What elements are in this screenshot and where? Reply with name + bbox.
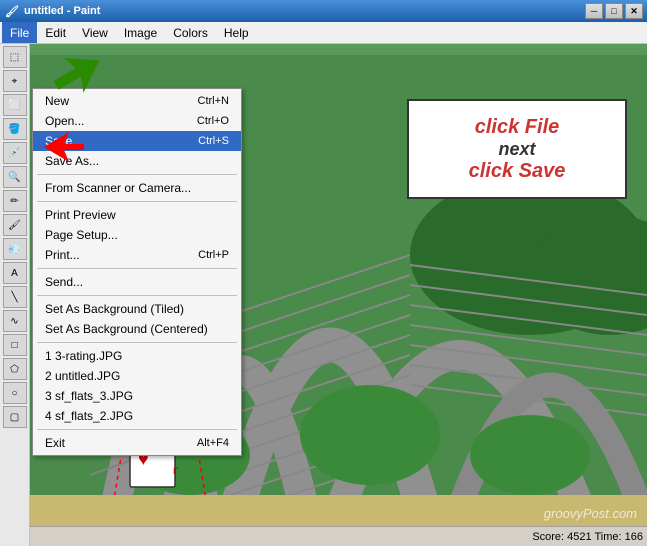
- tool-eyedropper[interactable]: 💉: [3, 142, 27, 164]
- tool-polygon[interactable]: ⬠: [3, 358, 27, 380]
- menu-item-send[interactable]: Send...: [33, 272, 241, 292]
- maximize-button[interactable]: □: [605, 3, 623, 19]
- minimize-button[interactable]: ─: [585, 3, 603, 19]
- close-button[interactable]: ✕: [625, 3, 643, 19]
- window-title: untitled - Paint: [24, 5, 585, 17]
- separator-1: [37, 174, 237, 175]
- menu-item-recent1[interactable]: 1 3-rating.JPG: [33, 346, 241, 366]
- tool-airbrush[interactable]: 💨: [3, 238, 27, 260]
- tool-select-rect[interactable]: ⬚: [3, 46, 27, 68]
- menu-item-saveas[interactable]: Save As...: [33, 151, 241, 171]
- separator-6: [37, 429, 237, 430]
- main-area: ⬚ ⌖ ⬜ 🪣 💉 🔍 ✏ 🖌 💨 A ╲ ∿ □ ⬠ ○ ▢: [0, 44, 647, 546]
- menu-item-scanner[interactable]: From Scanner or Camera...: [33, 178, 241, 198]
- tool-select-free[interactable]: ⌖: [3, 70, 27, 92]
- instruction-line3: click Save: [469, 160, 566, 183]
- separator-3: [37, 268, 237, 269]
- tool-rect[interactable]: □: [3, 334, 27, 356]
- menu-help[interactable]: Help: [216, 22, 257, 43]
- instruction-line1: click File: [475, 116, 560, 139]
- separator-2: [37, 201, 237, 202]
- separator-5: [37, 342, 237, 343]
- tool-brush[interactable]: 🖌: [3, 214, 27, 236]
- menu-colors[interactable]: Colors: [165, 22, 216, 43]
- menu-item-setbg-tiled[interactable]: Set As Background (Tiled): [33, 299, 241, 319]
- tool-pencil[interactable]: ✏: [3, 190, 27, 212]
- tool-zoom[interactable]: 🔍: [3, 166, 27, 188]
- title-bar: 🖌 untitled - Paint ─ □ ✕: [0, 0, 647, 22]
- menu-item-save[interactable]: Save Ctrl+S: [33, 131, 241, 151]
- menu-item-recent3[interactable]: 3 sf_flats_3.JPG: [33, 386, 241, 406]
- tool-fill[interactable]: 🪣: [3, 118, 27, 140]
- menu-item-printpreview[interactable]: Print Preview: [33, 205, 241, 225]
- menu-item-recent2[interactable]: 2 untitled.JPG: [33, 366, 241, 386]
- instruction-box: click File next click Save: [407, 99, 627, 199]
- menu-image[interactable]: Image: [116, 22, 165, 43]
- instruction-line2: next: [498, 139, 535, 160]
- canvas-area: J ♥ J ♥ Score: 4521 Time: 166 groovyPost…: [30, 44, 647, 546]
- window-controls: ─ □ ✕: [585, 3, 643, 19]
- menu-view[interactable]: View: [74, 22, 116, 43]
- tool-line[interactable]: ╲: [3, 286, 27, 308]
- menu-item-new[interactable]: New Ctrl+N: [33, 91, 241, 111]
- tool-curve[interactable]: ∿: [3, 310, 27, 332]
- menu-bar: File Edit View Image Colors Help: [0, 22, 647, 44]
- separator-4: [37, 295, 237, 296]
- menu-item-recent4[interactable]: 4 sf_flats_2.JPG: [33, 406, 241, 426]
- tool-ellipse[interactable]: ○: [3, 382, 27, 404]
- tool-text[interactable]: A: [3, 262, 27, 284]
- menu-item-exit[interactable]: Exit Alt+F4: [33, 433, 241, 453]
- menu-item-print[interactable]: Print... Ctrl+P: [33, 245, 241, 265]
- menu-file[interactable]: File: [2, 22, 37, 43]
- tool-rounded-rect[interactable]: ▢: [3, 406, 27, 428]
- menu-edit[interactable]: Edit: [37, 22, 74, 43]
- menu-item-pagesetup[interactable]: Page Setup...: [33, 225, 241, 245]
- app-icon: 🖌: [4, 3, 20, 19]
- toolbar: ⬚ ⌖ ⬜ 🪣 💉 🔍 ✏ 🖌 💨 A ╲ ∿ □ ⬠ ○ ▢: [0, 44, 30, 546]
- tool-eraser[interactable]: ⬜: [3, 94, 27, 116]
- menu-item-open[interactable]: Open... Ctrl+O: [33, 111, 241, 131]
- menu-item-setbg-centered[interactable]: Set As Background (Centered): [33, 319, 241, 339]
- file-dropdown-menu: New Ctrl+N Open... Ctrl+O Save Ctrl+S Sa…: [32, 88, 242, 456]
